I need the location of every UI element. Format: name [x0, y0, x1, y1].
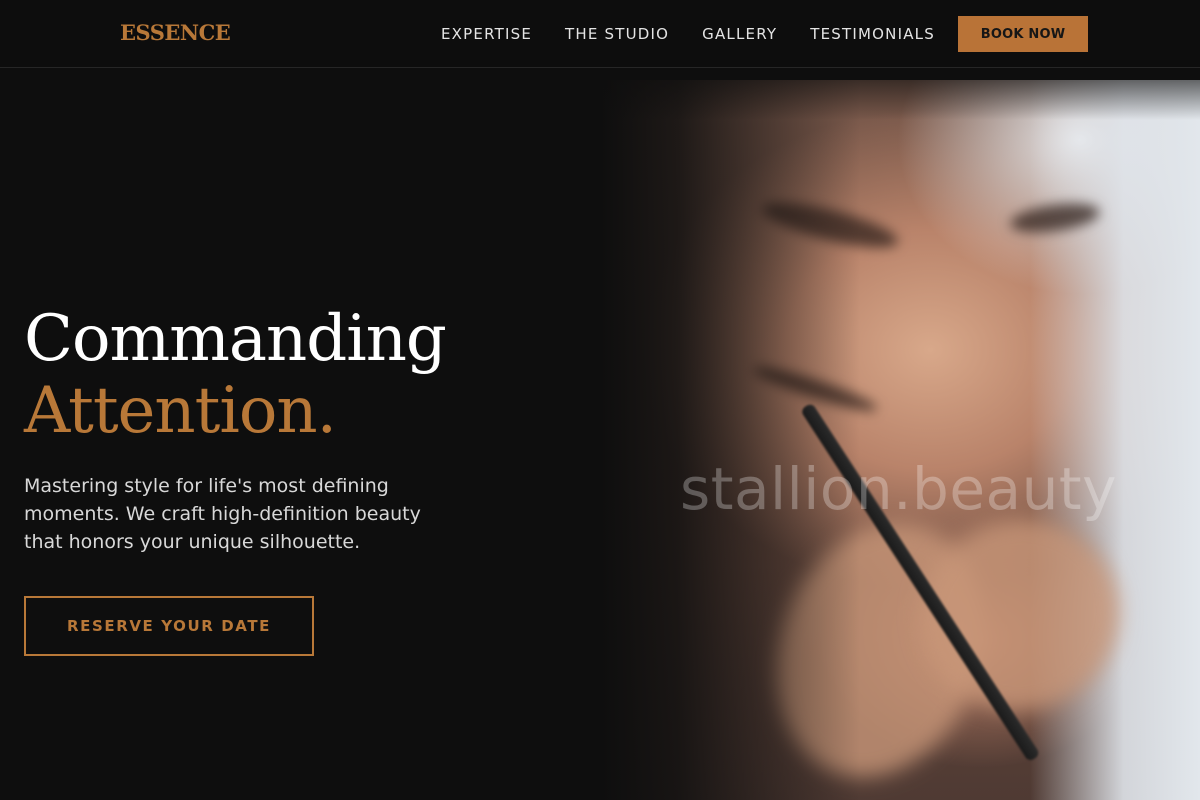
nav-the-studio[interactable]: THE STUDIO — [565, 24, 669, 44]
image-top-fade — [600, 80, 1200, 120]
nav-testimonials[interactable]: TESTIMONIALS — [810, 24, 935, 44]
page: ESSENCE EXPERTISE THE STUDIO GALLERY TES… — [0, 0, 1200, 800]
nav-gallery[interactable]: GALLERY — [702, 24, 777, 44]
main-nav: EXPERTISE THE STUDIO GALLERY TESTIMONIAL… — [441, 24, 968, 44]
headline-line-2: Attention. — [24, 374, 337, 448]
hero-tagline: Mastering style for life's most defining… — [24, 475, 421, 553]
watermark: stallion.beauty — [680, 455, 1117, 523]
hero-image — [600, 80, 1200, 800]
logo[interactable]: ESSENCE — [120, 20, 231, 45]
book-now-button[interactable]: BOOK NOW — [958, 16, 1088, 52]
hero-headline: Commanding Attention. — [24, 302, 447, 448]
nav-expertise[interactable]: EXPERTISE — [441, 24, 532, 44]
site-header: ESSENCE EXPERTISE THE STUDIO GALLERY TES… — [0, 0, 1200, 68]
headline-line-1: Commanding — [24, 302, 447, 376]
reserve-your-date-button[interactable]: RESERVE YOUR DATE — [24, 596, 314, 656]
